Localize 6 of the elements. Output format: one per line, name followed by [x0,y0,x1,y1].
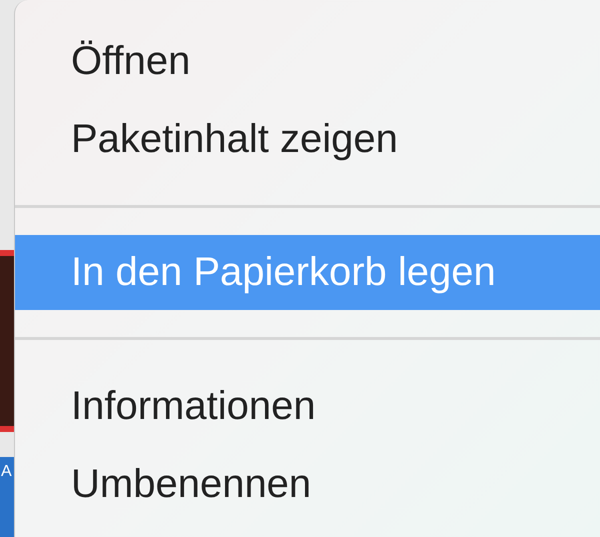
icon-label: A [1,463,12,480]
menu-item[interactable]: Öffnen [15,22,600,100]
menu-item[interactable]: Informationen [15,367,600,445]
app-icon [0,250,14,432]
menu-item[interactable]: Paketinhalt zeigen [15,100,600,178]
menu-item[interactable]: Umbenennen [15,445,600,523]
